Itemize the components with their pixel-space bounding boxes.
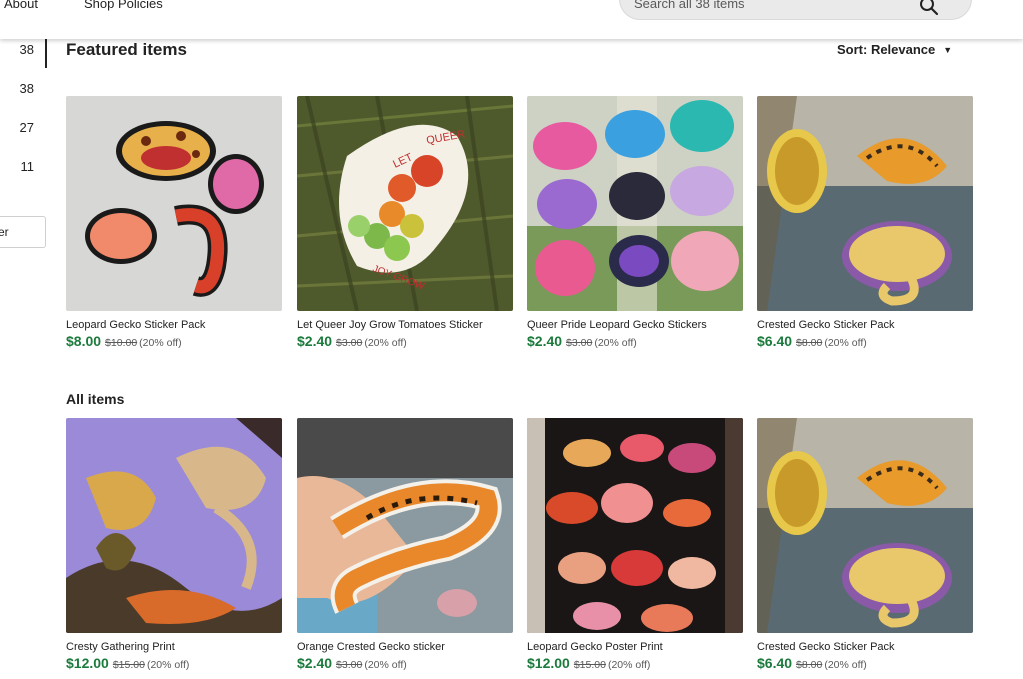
discount-label: (20% off)	[139, 337, 182, 349]
listing-card[interactable]: Cresty Gathering Print $12.00 $15.00 (20% …	[66, 418, 282, 673]
discount-label: (20% off)	[607, 659, 651, 671]
nav-shop-policies-link[interactable]: Shop Policies	[84, 0, 163, 11]
shop-search-bar	[619, 0, 972, 20]
listing-card[interactable]: Crested Gecko Sticker Pack $6.40 $8.00 (20…	[757, 418, 973, 673]
listing-image[interactable]	[527, 418, 743, 633]
listing-title[interactable]: Crested Gecko Sticker Pack	[757, 641, 973, 653]
listing-image[interactable]: LET QUEER JOY GROW	[297, 96, 513, 311]
crested-gecko-stickers-image	[757, 418, 973, 633]
sale-price: $2.40	[297, 333, 333, 349]
listing-title[interactable]: Let Queer Joy Grow Tomatoes Sticker	[297, 319, 513, 331]
original-price: $15.00	[112, 659, 145, 671]
price-row: $2.40 $3.00 (20% off)	[527, 333, 743, 351]
sale-price: $8.00	[66, 333, 102, 349]
listing-title[interactable]: Crested Gecko Sticker Pack	[757, 319, 973, 331]
all-items-heading: All items	[66, 391, 125, 407]
listing-image[interactable]	[757, 418, 973, 633]
category-count-4[interactable]: 11	[4, 159, 35, 174]
listing-card[interactable]: Leopard Gecko Poster Print $12.00 $15.00(…	[527, 418, 743, 673]
discount-label: (20% off)	[824, 337, 867, 349]
listing-image[interactable]	[66, 418, 282, 633]
listing-card[interactable]: Leopard Gecko Sticker Pack $8.00 $10.00 (2…	[66, 96, 282, 351]
listing-card[interactable]: Crested Gecko Sticker Pack $6.40 $8.00 (20…	[757, 96, 973, 351]
listing-title[interactable]: Leopard Gecko Poster Print	[527, 641, 743, 653]
sale-price: $2.40	[527, 333, 563, 349]
cresty-gathering-print-image	[66, 418, 282, 633]
sale-price: $6.40	[757, 333, 793, 349]
price-row: $6.40 $8.00 (20% off)	[757, 655, 973, 673]
listing-title[interactable]: Leopard Gecko Sticker Pack	[66, 319, 282, 331]
price-row: $8.00 $10.00 (20% off)	[66, 333, 282, 351]
featured-items-heading: Featured items	[66, 40, 187, 59]
listing-card[interactable]: Queer Pride Leopard Gecko Stickers $2.40…	[527, 96, 743, 351]
category-count-2[interactable]: 38	[4, 81, 34, 96]
shop-header: About Shop Policies	[0, 0, 1023, 39]
sidebar-action-button[interactable]: er	[0, 216, 46, 248]
sale-price: $2.40	[297, 655, 333, 671]
leopard-gecko-poster-image	[527, 418, 743, 633]
pride-gecko-stickers-image	[527, 96, 743, 311]
tomato-sticker-on-grass-image: LET QUEER JOY GROW	[297, 96, 513, 311]
leopard-gecko-stickers-image	[66, 96, 282, 311]
price-row: $2.40 $3.00 (20% off)	[297, 655, 513, 673]
sort-dropdown[interactable]: Sort: Relevance ▼	[837, 42, 952, 57]
search-input[interactable]	[634, 0, 904, 11]
price-row: $12.00 $15.00 (20% off)	[527, 655, 743, 673]
discount-label: (20% off)	[146, 659, 190, 671]
sort-label: Sort: Relevance	[837, 42, 936, 57]
listing-card[interactable]: Orange Crested Gecko sticker $2.40 $3.00(…	[297, 418, 513, 673]
listing-image[interactable]	[757, 96, 973, 311]
original-price: $3.00	[336, 337, 363, 349]
caret-down-icon: ▼	[943, 45, 953, 55]
price-row: $12.00 $15.00 (20% off)	[66, 655, 282, 673]
listing-title[interactable]: Queer Pride Leopard Gecko Stickers	[527, 319, 743, 331]
discount-label: (20% off)	[364, 337, 407, 349]
listing-title[interactable]: Cresty Gathering Print	[66, 641, 282, 653]
discount-label: (20% off)	[364, 659, 407, 671]
active-category-indicator	[45, 39, 47, 68]
price-row: $6.40 $8.00 (20% off)	[757, 333, 973, 351]
discount-label: (20% off)	[594, 337, 637, 349]
listing-image[interactable]	[297, 418, 513, 633]
category-count-3[interactable]: 27	[4, 120, 34, 135]
orange-crested-gecko-sticker-image	[297, 418, 513, 633]
original-price: $10.00	[105, 337, 138, 349]
original-price: $8.00	[796, 337, 823, 349]
search-icon[interactable]	[919, 0, 939, 16]
original-price: $3.00	[566, 337, 593, 349]
original-price: $3.00	[336, 659, 363, 671]
sale-price: $6.40	[757, 655, 793, 671]
nav-about-link[interactable]: About	[4, 0, 38, 11]
price-row: $2.40 $3.00 (20% off)	[297, 333, 513, 351]
original-price: $8.00	[796, 659, 823, 671]
listing-card[interactable]: LET QUEER JOY GROW Let Queer Joy Grow To…	[297, 96, 513, 351]
sale-price: $12.00	[527, 655, 570, 671]
sale-price: $12.00	[66, 655, 109, 671]
listing-title[interactable]: Orange Crested Gecko sticker	[297, 641, 513, 653]
listing-image[interactable]	[66, 96, 282, 311]
discount-label: (20% off)	[824, 659, 867, 671]
listing-image[interactable]	[527, 96, 743, 311]
category-count-all[interactable]: 38	[4, 42, 34, 57]
original-price: $15.00	[573, 659, 606, 671]
crested-gecko-stickers-image	[757, 96, 973, 311]
